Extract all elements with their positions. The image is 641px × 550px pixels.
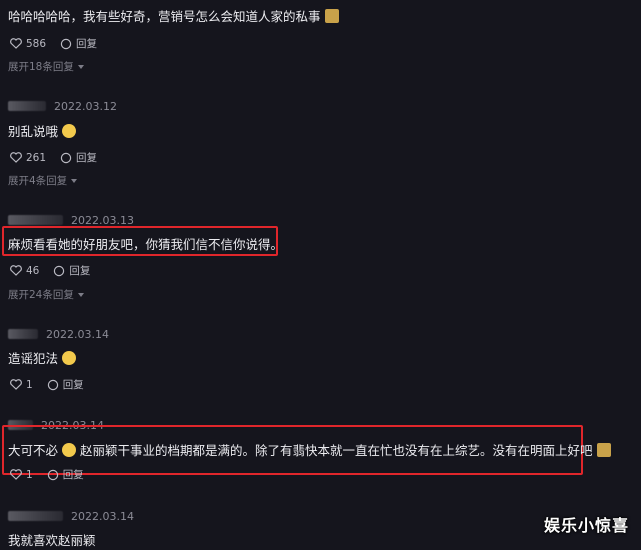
heart-icon	[10, 38, 22, 49]
reply-label: 回复	[76, 38, 98, 50]
chevron-down-icon	[71, 178, 78, 183]
comment-meta: 2022.03.13	[8, 213, 134, 227]
comment-meta: 2022.03.14	[8, 509, 134, 523]
like-button[interactable]: 1	[10, 469, 33, 481]
expand-replies-link[interactable]: 展开4条回复	[8, 173, 78, 188]
like-button[interactable]: 586	[10, 38, 46, 50]
comment-text-content: 麻烦看看她的好朋友吧，你猜我们信不信你说得。	[8, 237, 284, 252]
comment-text-content: 我就喜欢赵丽颖	[8, 533, 96, 548]
comment-date: 2022.03.12	[54, 99, 117, 113]
comment-text-content: 造谣犯法	[8, 351, 59, 366]
heart-icon	[10, 379, 22, 390]
expand-replies-label: 展开24条回复	[8, 289, 74, 301]
comment-text-content: 大可不必	[8, 443, 59, 458]
reply-bubble-icon	[47, 379, 58, 390]
blurred-username	[8, 511, 63, 521]
reply-label: 回复	[76, 152, 98, 164]
comment-text: 哈哈哈哈哈，我有些好奇，营销号怎么会知道人家的私事	[8, 6, 339, 25]
blurred-username	[8, 215, 63, 225]
shocked-face-icon	[62, 351, 77, 365]
reply-bubble-icon	[60, 38, 72, 49]
like-count: 261	[26, 151, 47, 164]
like-button[interactable]: 46	[10, 265, 39, 277]
heart-icon	[10, 469, 22, 480]
comment-actions: 261 回复	[10, 150, 111, 165]
reply-label: 回复	[62, 379, 84, 391]
expand-replies-label: 展开18条回复	[8, 61, 74, 73]
comment-meta: 2022.03.14	[8, 327, 109, 341]
comment-text-content: 赵丽颖干事业的档期都是满的。除了有翡快本就一直在忙也没有在上综艺。没有在明面上好…	[80, 443, 593, 458]
blurred-username	[8, 329, 38, 339]
reply-button[interactable]: 回复	[53, 263, 90, 278]
reply-label: 回复	[69, 265, 91, 277]
blurred-username	[8, 101, 46, 111]
comment-actions: 46 回复	[10, 263, 104, 278]
comment-text: 我就喜欢赵丽颖	[8, 530, 96, 549]
comment-text: 大可不必 赵丽颖干事业的档期都是满的。除了有翡快本就一直在忙也没有在上综艺。没有在…	[8, 440, 611, 459]
reply-button[interactable]: 回复	[47, 377, 84, 392]
comment-meta: 2022.03.12	[8, 99, 117, 113]
heart-icon	[10, 152, 22, 163]
comment-date: 2022.03.13	[71, 213, 134, 227]
like-button[interactable]: 261	[10, 152, 46, 164]
comment-date: 2022.03.14	[71, 509, 134, 523]
reply-button[interactable]: 回复	[60, 36, 97, 51]
comment-text: 麻烦看看她的好朋友吧，你猜我们信不信你说得。	[8, 234, 283, 253]
label-icon	[324, 9, 339, 23]
expand-replies-link[interactable]: 展开18条回复	[8, 59, 84, 74]
comment-text: 造谣犯法	[8, 348, 77, 367]
like-count: 586	[26, 37, 47, 50]
comment-actions: 1 回复	[10, 377, 98, 392]
expand-replies-label: 展开4条回复	[8, 175, 68, 187]
comment-text-content: 别乱说哦	[8, 124, 59, 139]
expand-replies-link[interactable]: 展开24条回复	[8, 287, 84, 302]
like-count: 1	[26, 468, 33, 481]
chevron-down-icon	[77, 64, 84, 69]
comment-text-content: 哈哈哈哈哈，我有些好奇，营销号怎么会知道人家的私事	[8, 9, 321, 24]
like-count: 46	[26, 264, 40, 277]
comment-date: 2022.03.14	[46, 327, 109, 341]
chevron-down-icon	[77, 292, 84, 297]
laughing-face-icon	[62, 443, 77, 457]
heart-icon	[10, 265, 22, 276]
reply-bubble-icon	[54, 265, 65, 276]
watermark-text: 娱乐小惊喜	[543, 516, 629, 535]
label-icon	[596, 443, 611, 457]
like-button[interactable]: 1	[10, 379, 33, 391]
reply-bubble-icon	[47, 469, 58, 480]
comment-actions: 1 回复	[10, 467, 98, 482]
reply-button[interactable]: 回复	[60, 150, 97, 165]
like-count: 1	[26, 378, 33, 391]
comment-text: 别乱说哦	[8, 121, 77, 140]
comment-actions: 586 回复	[10, 36, 111, 51]
reply-button[interactable]: 回复	[47, 467, 84, 482]
reply-bubble-icon	[60, 152, 72, 163]
face-icon	[62, 124, 77, 138]
reply-label: 回复	[62, 469, 84, 481]
